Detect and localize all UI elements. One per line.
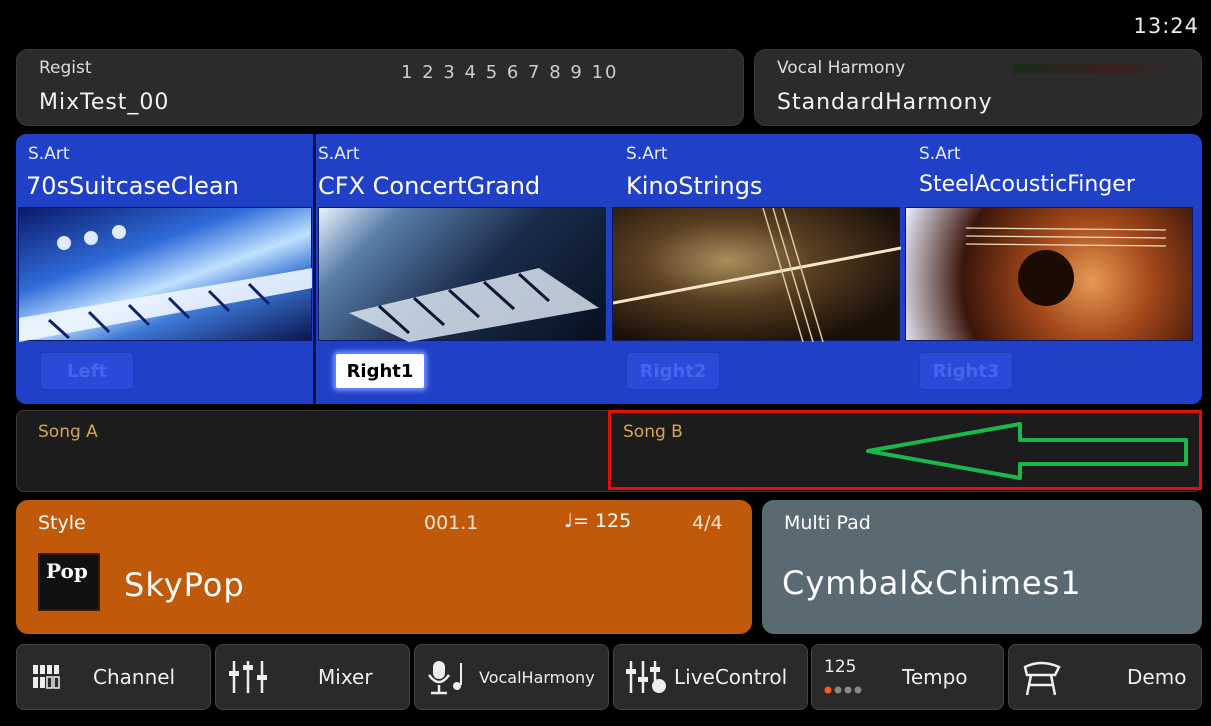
voice-image-strings (612, 207, 901, 342)
demo-label: Demo (1127, 665, 1187, 689)
tempo-value: 125 (824, 657, 857, 677)
part-right3-button[interactable]: Right3 (919, 352, 1013, 390)
voice-type-label: S.Art (318, 144, 360, 164)
multi-pad-panel[interactable]: Multi Pad Cymbal&Chimes1 (762, 500, 1202, 634)
beat-dots-icon (824, 686, 862, 694)
vocal-harmony-label: Vocal Harmony (777, 58, 906, 78)
voice-name: KinoStrings (626, 172, 763, 200)
piano-keys-graphic (19, 225, 312, 342)
style-tempo: ♩= 125 (564, 510, 632, 532)
livecontrol-button[interactable]: LiveControl (613, 644, 808, 710)
mixer-button[interactable]: Mixer (215, 644, 410, 710)
voice-image-electric-piano (18, 207, 312, 342)
voice-right2[interactable]: S.Art KinoStrings Right2 (612, 134, 902, 404)
multi-pad-name: Cymbal&Chimes1 (782, 564, 1082, 602)
tempo-indicator: 125 (824, 647, 884, 707)
part-right2-button[interactable]: Right2 (626, 352, 720, 390)
voice-left[interactable]: S.Art 70sSuitcaseClean Left (16, 134, 312, 404)
vocal-harmony-name: StandardHarmony (777, 90, 993, 115)
regist-label: Regist (39, 58, 92, 78)
tempo-button[interactable]: 125 Tempo (811, 644, 1004, 710)
microphone-note-icon (427, 661, 462, 695)
voice-right3[interactable]: S.Art SteelAcousticFinger Right3 (905, 134, 1195, 404)
voice-name: CFX ConcertGrand (318, 172, 541, 200)
mixer-faders-icon (229, 661, 267, 693)
voice-type-label: S.Art (28, 144, 70, 164)
style-category-icon: Pop (38, 553, 100, 611)
voice-name: 70sSuitcaseClean (26, 172, 239, 200)
style-category-icon-text: Pop (46, 559, 88, 583)
voice-right1[interactable]: S.Art CFX ConcertGrand Right1 (318, 134, 608, 404)
regist-numbers: 1 2 3 4 5 6 7 8 9 10 (401, 62, 619, 83)
voice-image-acoustic-guitar (905, 207, 1193, 341)
channel-label: Channel (93, 665, 176, 689)
tempo-label: Tempo (902, 665, 968, 689)
vocalharmony-label: VocalHarmony (479, 667, 595, 687)
style-label: Style (38, 512, 86, 534)
vocalharmony-button[interactable]: VocalHarmony (414, 644, 609, 710)
style-name: SkyPop (124, 566, 245, 604)
livecontrol-label: LiveControl (674, 665, 788, 689)
part-right1-button[interactable]: Right1 (334, 352, 426, 390)
voice-type-label: S.Art (919, 144, 961, 164)
style-panel[interactable]: Style 001.1 ♩= 125 4/4 Pop SkyPop (16, 500, 752, 634)
voice-name: SteelAcousticFinger (919, 172, 1135, 197)
song-a-label: Song A (38, 422, 98, 442)
clock: 13:24 (1133, 14, 1199, 38)
part-left-button[interactable]: Left (40, 352, 134, 390)
mixer-label: Mixer (318, 665, 373, 689)
regist-panel[interactable]: Regist MixTest_00 1 2 3 4 5 6 7 8 9 10 (16, 49, 744, 126)
guitar-graphic (965, 227, 1167, 306)
strings-graphic (613, 208, 901, 342)
live-control-knob-icon (626, 661, 666, 693)
keyboard-stand-icon (1023, 661, 1061, 696)
vocal-harmony-panel[interactable]: Vocal Harmony StandardHarmony (754, 49, 1202, 126)
style-number: 001.1 (424, 512, 479, 534)
voice-type-label: S.Art (626, 144, 668, 164)
regist-name: MixTest_00 (39, 90, 170, 115)
level-meter (1013, 64, 1177, 74)
grand-piano-graphic (349, 268, 599, 342)
voice-image-grand-piano (318, 207, 606, 342)
demo-button[interactable]: Demo (1008, 644, 1202, 710)
left-arrow-annotation (866, 422, 1188, 480)
style-time-signature: 4/4 (692, 512, 723, 534)
multi-pad-label: Multi Pad (784, 512, 871, 534)
song-a-area[interactable]: Song A (16, 410, 608, 492)
voice-divider (313, 134, 316, 404)
channel-button[interactable]: Channel (16, 644, 211, 710)
channel-grid-icon (33, 665, 60, 689)
